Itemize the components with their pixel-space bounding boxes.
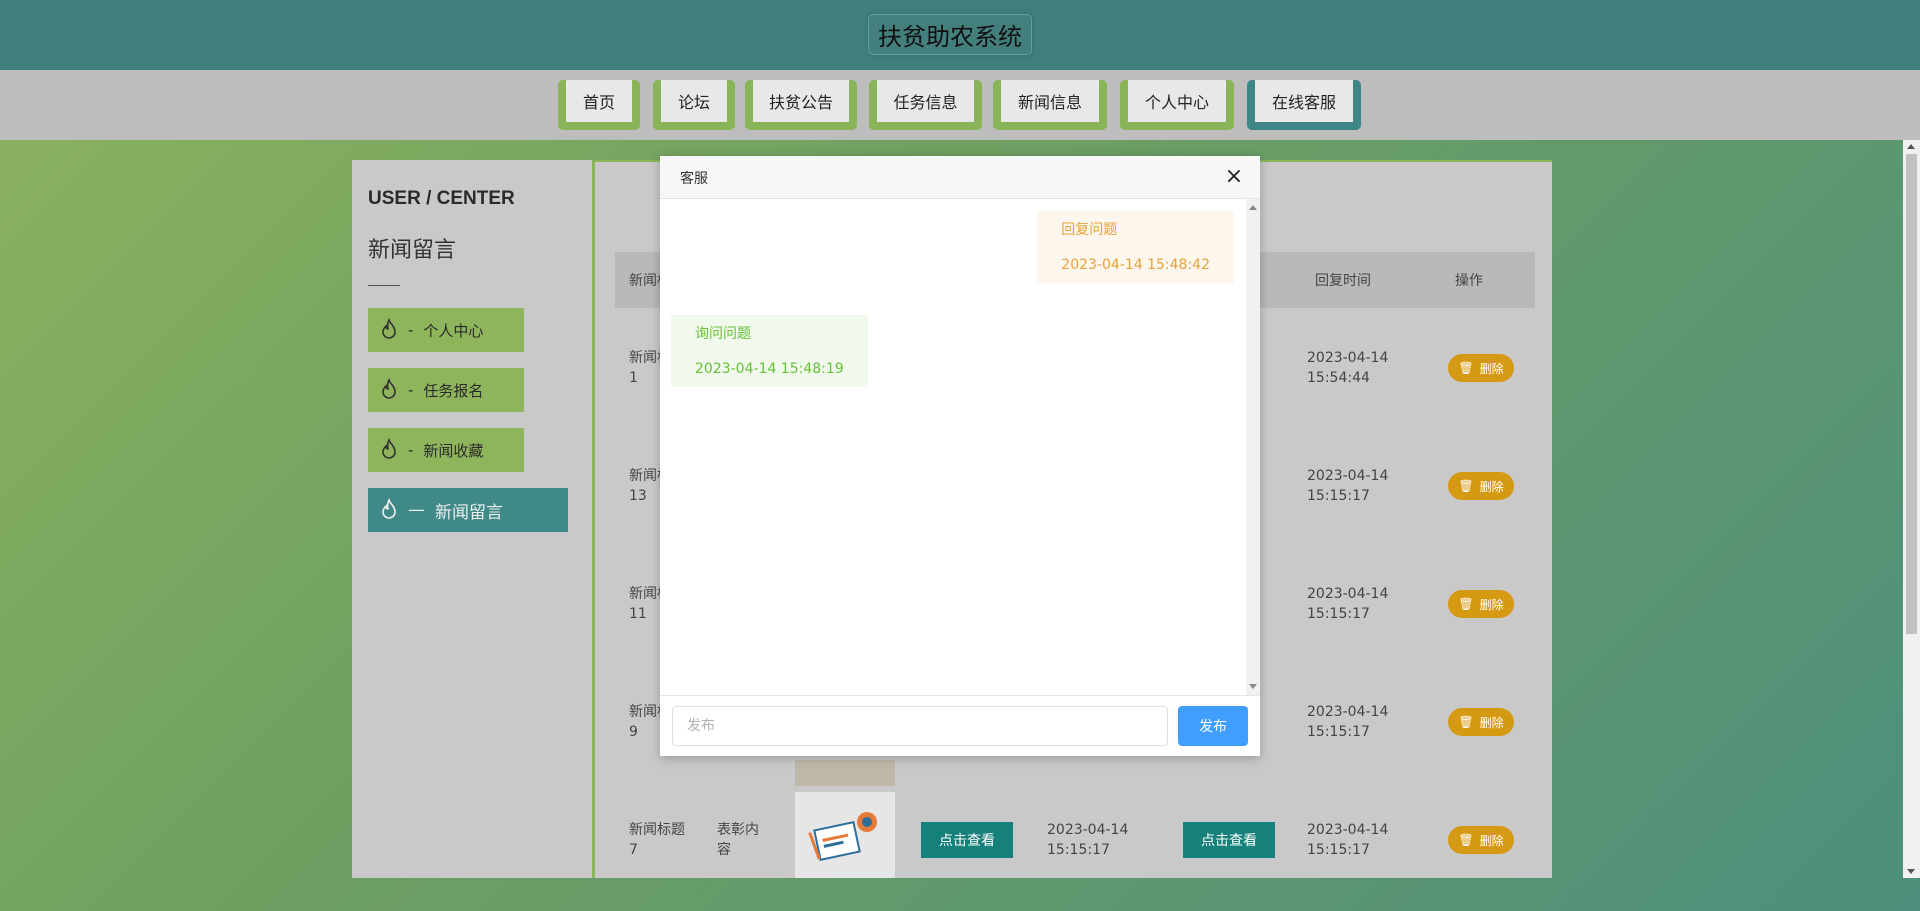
delete-button[interactable]: 🗑 删除 <box>1448 826 1514 854</box>
news-thumbnail <box>795 792 895 878</box>
nav-item-profile[interactable]: 个人中心 <box>1120 80 1234 130</box>
sidebar-item-prefix: - <box>408 321 414 339</box>
message-input[interactable] <box>672 706 1168 746</box>
sidebar-item-prefix: — <box>408 500 425 520</box>
sidebar-item-task-signup[interactable]: - 任务报名 <box>368 368 524 412</box>
site-header: 扶贫助农系统 <box>0 0 1920 70</box>
delete-button[interactable]: 🗑 删除 <box>1448 590 1514 618</box>
delete-button[interactable]: 🗑 删除 <box>1448 354 1514 382</box>
trash-icon: 🗑 <box>1458 833 1474 847</box>
sidebar-item-profile[interactable]: - 个人中心 <box>368 308 524 352</box>
trash-icon: 🗑 <box>1458 715 1474 729</box>
delete-label: 删除 <box>1479 597 1504 612</box>
nav-item-label: 任务信息 <box>877 80 974 122</box>
nav-item-label: 个人中心 <box>1128 80 1226 122</box>
view-content-button[interactable]: 点击查看 <box>921 822 1013 858</box>
delete-label: 删除 <box>1479 833 1504 848</box>
chat-input-bar: 发布 <box>660 695 1260 756</box>
nav-item-announcements[interactable]: 扶贫公告 <box>745 80 857 130</box>
delete-label: 删除 <box>1479 479 1504 494</box>
view-reply-button[interactable]: 点击查看 <box>1183 822 1275 858</box>
sidebar-item-prefix: - <box>408 381 414 399</box>
sidebar-item-label: 新闻收藏 <box>423 441 484 460</box>
nav-item-home[interactable]: 首页 <box>558 80 640 130</box>
scrollbar-thumb[interactable] <box>1906 154 1917 634</box>
user-center-sidebar: USER / CENTER 新闻留言 - 个人中心 - 任务报名 - 新闻收藏 … <box>352 160 592 878</box>
message-text: 询问问题 <box>695 326 751 342</box>
sidebar-divider <box>368 285 400 286</box>
sidebar-item-prefix: - <box>408 441 414 459</box>
chat-scrollbar[interactable] <box>1246 199 1260 695</box>
reply-message: 回复问题 2023-04-14 15:48:42 <box>1037 211 1234 283</box>
scroll-up-arrow[interactable] <box>1249 205 1257 210</box>
delete-label: 删除 <box>1479 715 1504 730</box>
nav-item-label: 首页 <box>566 80 632 122</box>
column-header-action: 操作 <box>1455 273 1483 289</box>
flame-icon <box>382 497 396 519</box>
row-time: 2023-04-14 15:15:17 <box>1047 822 1129 858</box>
trash-icon: 🗑 <box>1458 361 1474 375</box>
news-image-icon <box>808 812 877 862</box>
row-reply-time: 2023-04-14 15:15:17 <box>1307 822 1389 858</box>
sidebar-item-news-favorites[interactable]: - 新闻收藏 <box>368 428 524 472</box>
nav-item-online-service[interactable]: 在线客服 <box>1247 80 1361 130</box>
row-title: 新闻标题 7 <box>629 822 685 858</box>
chat-messages: 回复问题 2023-04-14 15:48:42 询问问题 2023-04-14… <box>660 199 1260 695</box>
nav-item-tasks[interactable]: 任务信息 <box>869 80 982 130</box>
message-time: 2023-04-14 15:48:42 <box>1061 257 1210 273</box>
flame-icon <box>382 317 396 339</box>
nav-item-label: 扶贫公告 <box>753 80 849 122</box>
delete-label: 删除 <box>1479 361 1504 376</box>
sidebar-item-label: 任务报名 <box>423 381 484 400</box>
sidebar-subtitle: 新闻留言 <box>368 238 457 263</box>
site-title: 扶贫助农系统 <box>868 14 1032 55</box>
scroll-down-arrow[interactable] <box>1249 684 1257 689</box>
dialog-title: 客服 <box>680 171 708 187</box>
sidebar-item-label: 新闻留言 <box>435 502 503 523</box>
nav-item-label: 在线客服 <box>1255 80 1353 122</box>
customer-service-dialog: 客服 × 回复问题 2023-04-14 15:48:42 询问问题 2023-… <box>660 156 1260 756</box>
sidebar-item-news-comments[interactable]: — 新闻留言 <box>368 488 568 532</box>
message-time: 2023-04-14 15:48:19 <box>695 361 844 377</box>
row-reply-time: 2023-04-14 15:15:17 <box>1307 704 1389 740</box>
message-text: 回复问题 <box>1061 222 1118 238</box>
column-header-reply-time: 回复时间 <box>1315 273 1371 289</box>
row-content: 表彰内 容 <box>717 822 759 858</box>
delete-button[interactable]: 🗑 删除 <box>1448 472 1514 500</box>
trash-icon: 🗑 <box>1458 479 1474 493</box>
ask-message: 询问问题 2023-04-14 15:48:19 <box>671 315 868 387</box>
flame-icon <box>382 377 396 399</box>
scroll-up-arrow[interactable] <box>1907 144 1915 149</box>
nav-item-news[interactable]: 新闻信息 <box>993 80 1107 130</box>
nav-item-forum[interactable]: 论坛 <box>653 80 735 130</box>
news-thumbnail <box>795 760 895 786</box>
row-reply-time: 2023-04-14 15:15:17 <box>1307 586 1389 622</box>
send-button[interactable]: 发布 <box>1178 706 1248 746</box>
sidebar-title: USER / CENTER <box>368 188 515 209</box>
delete-button[interactable]: 🗑 删除 <box>1448 708 1514 736</box>
close-icon[interactable]: × <box>1222 165 1246 189</box>
nav-item-label: 新闻信息 <box>1001 80 1099 122</box>
page-scrollbar[interactable] <box>1903 140 1920 878</box>
scroll-down-arrow[interactable] <box>1907 869 1915 874</box>
dialog-header: 客服 × <box>660 156 1260 199</box>
row-reply-time: 2023-04-14 15:15:17 <box>1307 468 1389 504</box>
nav-item-label: 论坛 <box>661 80 727 122</box>
flame-icon <box>382 437 396 459</box>
sidebar-item-label: 个人中心 <box>423 321 484 340</box>
trash-icon: 🗑 <box>1458 597 1474 611</box>
row-reply-time: 2023-04-14 15:54:44 <box>1307 350 1389 386</box>
main-nav: 首页 论坛 扶贫公告 任务信息 新闻信息 个人中心 在线客服 <box>0 70 1920 140</box>
